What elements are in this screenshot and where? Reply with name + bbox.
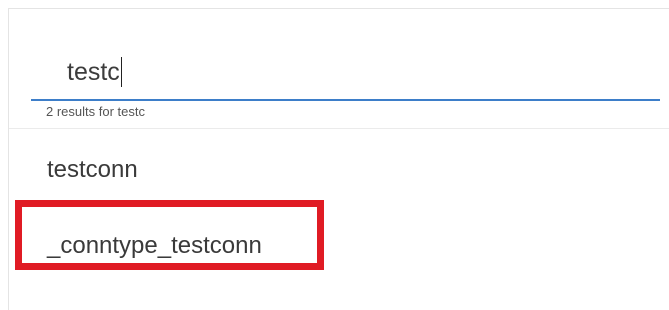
result-item-testconn[interactable]: testconn	[47, 156, 138, 184]
highlight-annotation-box	[15, 200, 324, 270]
text-caret	[120, 57, 123, 87]
search-query: testc	[67, 58, 120, 86]
divider	[9, 128, 669, 129]
search-input-text[interactable]: testc	[67, 57, 123, 87]
search-input[interactable]: testc	[31, 43, 660, 101]
results-count-label: 2 results for testc	[46, 104, 145, 119]
